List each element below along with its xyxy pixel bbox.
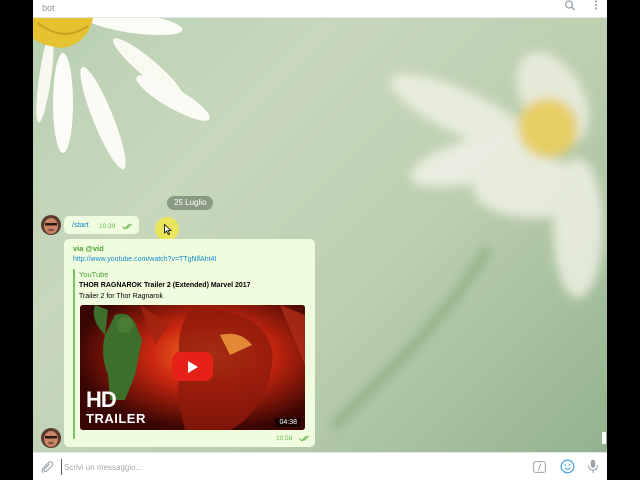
sender-avatar[interactable] — [41, 215, 61, 235]
more-vertical-icon[interactable] — [589, 0, 603, 12]
chat-title[interactable]: bot — [42, 3, 55, 13]
microphone-icon[interactable] — [587, 459, 599, 474]
sender-avatar[interactable] — [41, 428, 61, 448]
message-bubble[interactable]: via @vid http://www.youtube.com/watch?v=… — [64, 239, 315, 447]
preview-accent-bar — [73, 269, 75, 439]
paperclip-icon[interactable] — [40, 460, 54, 474]
video-thumbnail[interactable]: HD TRAILER 04:38 — [80, 305, 305, 430]
via-bot-label[interactable]: via @vid — [73, 244, 104, 253]
message-list[interactable]: 25 Luglio /start 10:39 via @vid http://w… — [33, 18, 607, 452]
avatar-image — [41, 215, 61, 235]
telegram-window: bot 25 Luglio /start 10:39 via @vid http… — [33, 0, 607, 480]
avatar-image — [41, 428, 61, 448]
video-duration: 04:38 — [275, 418, 301, 427]
double-check-icon — [122, 223, 133, 230]
mouse-pointer-icon — [164, 224, 172, 235]
preview-description: Trailer 2 for Thor Ragnarok — [79, 293, 164, 300]
play-icon[interactable] — [172, 352, 213, 381]
thumbnail-trailer-text: TRAILER — [86, 411, 146, 426]
preview-title: THOR RAGNAROK Trailer 2 (Extended) Marve… — [79, 282, 251, 289]
message-time: 10:39 — [99, 223, 116, 230]
chat-header: bot — [33, 0, 607, 18]
slash-command-icon[interactable] — [533, 461, 546, 473]
message-composer — [33, 452, 607, 480]
date-separator: 25 Luglio — [167, 196, 214, 210]
thumbnail-hd-text: HD — [86, 387, 117, 412]
double-check-icon — [299, 435, 310, 442]
scrollbar-thumb[interactable] — [602, 432, 606, 444]
message-bubble[interactable]: /start 10:39 — [64, 216, 139, 234]
emoji-icon[interactable] — [560, 459, 575, 474]
search-icon[interactable] — [563, 0, 577, 12]
message-text[interactable]: /start — [72, 220, 89, 229]
message-input[interactable] — [61, 459, 521, 475]
message-link[interactable]: http://www.youtube.com/watch?v=TTgNlfAht… — [73, 256, 216, 263]
message-time: 10:58 — [276, 435, 293, 442]
preview-site-name: YouTube — [79, 270, 109, 279]
